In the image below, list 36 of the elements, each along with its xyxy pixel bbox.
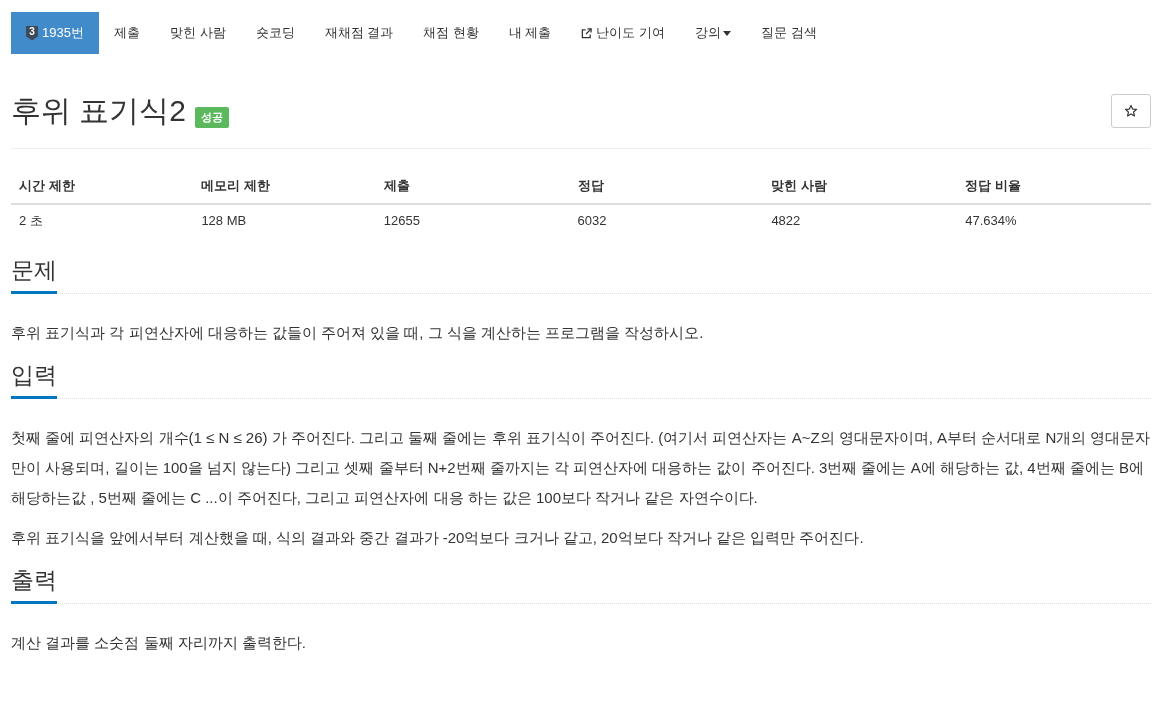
nav-tab[interactable]: 내 제출 <box>493 12 567 54</box>
nav-tab[interactable]: 숏코딩 <box>240 12 310 54</box>
column-header: 제출 <box>375 168 570 204</box>
table-cell: 12655 <box>375 204 570 239</box>
result-badge: 성공 <box>195 107 230 128</box>
section-heading: 입력 <box>11 363 57 399</box>
nav-tab[interactable]: 난이도 기여 <box>566 12 681 54</box>
column-header: 정답 <box>569 168 764 204</box>
nav-tab[interactable]: 3 1935번 <box>11 12 99 54</box>
section-heading: 출력 <box>11 568 57 604</box>
paragraph: 첫째 줄에 피연산자의 개수(1 ≤ N ≤ 26) 가 주어진다. 그리고 둘째 줄에는 후위 표기식이 주어진다. (여기서 피연산자는 A~Z의 영대문자이며, A부터 순서대로 N개의 영대문자만이 사용되며, 길이는 100을 넘지 않는다) 그리고 셋째 줄부터 N+2번째 줄까지는 각 피연산자에 대응하는 값이 주어진다. 3번째 줄에는 A에 해당하는 값, 4번째 줄에는 B에 해당하는값 , 5번째 줄에는 C ...이 주어진다, 그리고 피연산자에 대응 하는 값은 100보다 작거나 같은 자연수이다. <box>11 428 1151 508</box>
column-header: 메모리 제한 <box>193 168 376 204</box>
table-cell: 128 MB <box>193 204 376 239</box>
nav-tab[interactable]: 강의 <box>680 12 747 54</box>
section-heading: 문제 <box>11 258 57 294</box>
caret-icon <box>723 30 732 36</box>
paragraph: 후위 표기식을 앞에서부터 계산했을 때, 식의 결과와 중간 결과가 -20억보다 크거나 같고, 20억보다 작거나 같은 입력만 주어진다. <box>11 528 865 548</box>
column-header: 정답 비율 <box>957 168 1151 204</box>
paragraph: 후위 표기식과 각 피연산자에 대응하는 값들이 주어져 있을 때, 그 식을 계산하는 프로그램을 작성하시오. <box>11 323 705 343</box>
column-header: 시간 제한 <box>11 168 194 204</box>
star-icon <box>1124 104 1138 118</box>
table-cell: 2 초 <box>11 204 194 239</box>
paragraph: 계산 결과를 소숫점 둘째 자리까지 출력한다. <box>11 633 307 653</box>
nav-tab[interactable]: 채점 현황 <box>408 12 494 54</box>
nav-tab[interactable]: 질문 검색 <box>746 12 832 54</box>
problem-title: 후위 표기식2 <box>11 94 187 128</box>
table-cell: 4822 <box>763 204 958 239</box>
external-link-icon <box>581 27 593 39</box>
column-header: 맞힌 사람 <box>763 168 958 204</box>
nav-tab[interactable]: 재채점 결과 <box>309 12 409 54</box>
favorite-button[interactable] <box>1111 94 1151 128</box>
tier-badge: 3 <box>26 25 38 41</box>
nav-tab[interactable]: 제출 <box>98 12 155 54</box>
nav-tab[interactable]: 맞힌 사람 <box>154 12 241 54</box>
table-cell: 47.634% <box>957 204 1151 239</box>
table-cell: 6032 <box>569 204 764 239</box>
